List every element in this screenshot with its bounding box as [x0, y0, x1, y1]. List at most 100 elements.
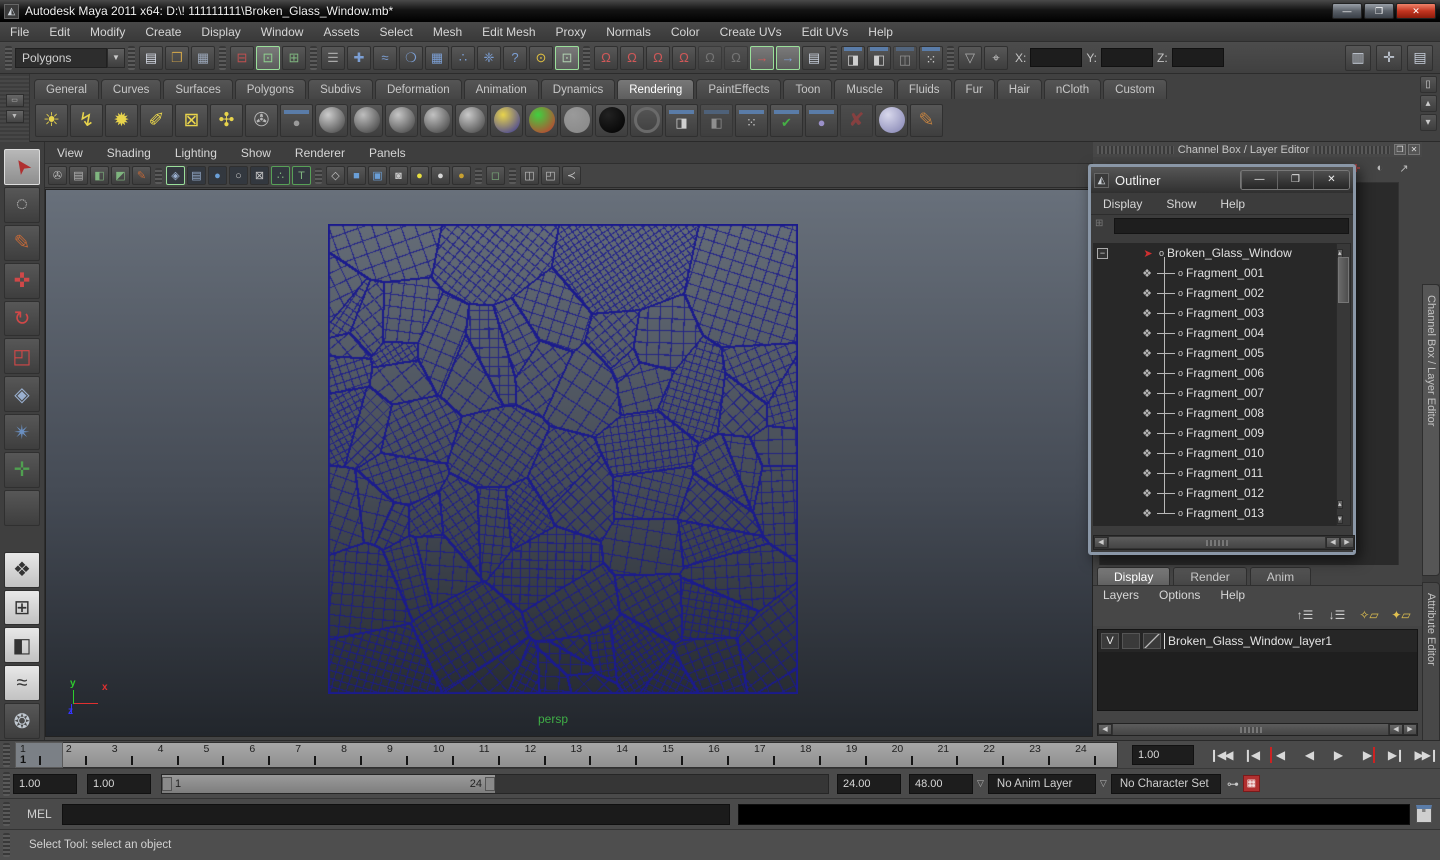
outliner-search-input[interactable] — [1114, 218, 1349, 234]
maya-logo-button[interactable]: ❂ — [4, 703, 40, 740]
timeline-frame-21[interactable]: 21 — [933, 743, 979, 767]
step-back-key-button[interactable]: ◀ — [1266, 745, 1292, 765]
timeline-frame-18[interactable]: 18 — [796, 743, 842, 767]
panel-menu-panels[interactable]: Panels — [357, 143, 418, 163]
timeline-frame-9[interactable]: 9 — [383, 743, 429, 767]
outliner-item[interactable]: ❖ o Fragment_007 — [1093, 383, 1339, 403]
select-tool[interactable]: ➤ — [4, 149, 40, 185]
layer-visibility-toggle[interactable]: V — [1101, 633, 1119, 649]
range-start-grip[interactable] — [162, 776, 172, 791]
outliner-maximize-button[interactable]: ❐ — [1277, 171, 1313, 189]
shelf-tab-subdivs[interactable]: Subdivs — [308, 79, 373, 99]
menu-assets[interactable]: Assets — [313, 22, 369, 42]
outliner-item[interactable]: ❖ o Fragment_013 — [1093, 503, 1339, 523]
menu-help[interactable]: Help — [858, 22, 903, 42]
universal-manipulator-tool[interactable]: ◈ — [4, 376, 40, 413]
point-light-icon[interactable]: ☀ — [35, 103, 68, 137]
textured-cube-icon[interactable]: ▣ — [368, 166, 387, 185]
animation-end-field[interactable] — [909, 773, 973, 794]
step-forward-key-button[interactable]: ▶ — [1353, 745, 1379, 765]
timeline-frame-3[interactable]: 3 — [108, 743, 154, 767]
menu-file[interactable]: File — [0, 22, 39, 42]
paint-selection-tool[interactable]: ✎ — [4, 224, 40, 261]
shelf-tab-deformation[interactable]: Deformation — [374, 79, 462, 99]
side-tab-attribute-editor[interactable]: Attribute Editor — [1422, 582, 1440, 752]
ipr-render-shelf-icon[interactable]: ◧ — [700, 103, 733, 137]
layer-move-up-icon[interactable]: ↑☰ — [1293, 606, 1317, 624]
panel-menu-view[interactable]: View — [45, 143, 95, 163]
menu-color[interactable]: Color — [661, 22, 710, 42]
statusline-grip[interactable] — [5, 45, 12, 70]
flat-shader-icon[interactable] — [560, 103, 593, 137]
anim-layer-selector[interactable]: No Anim Layer — [987, 773, 1096, 794]
snap-view-plane-icon[interactable]: Ω — [698, 45, 722, 70]
shelf-tab-surfaces[interactable]: Surfaces — [163, 79, 233, 99]
layer-tab-display[interactable]: Display — [1097, 567, 1171, 585]
show-manipulator-tool[interactable]: ✛ — [4, 452, 40, 488]
separator-grip[interactable] — [315, 167, 322, 184]
input-connections-icon[interactable]: → — [750, 45, 774, 70]
menu-set-selector[interactable]: Polygons ▼ — [15, 47, 125, 68]
separator-grip[interactable] — [219, 45, 226, 70]
shaded-cube-icon[interactable]: ■ — [347, 166, 366, 185]
outliner-item[interactable]: ❖ o Fragment_009 — [1093, 423, 1339, 443]
layer-name[interactable]: Broken_Glass_Window_layer1 — [1164, 633, 1332, 649]
render-view-shelf-icon[interactable]: ◨ — [665, 103, 698, 137]
timeline-frame-8[interactable]: 8 — [337, 743, 383, 767]
mask-dropdown-icon[interactable]: ☰ — [321, 45, 345, 70]
mel-input[interactable] — [61, 803, 730, 825]
default-material-icon[interactable]: ◇ — [326, 166, 345, 185]
rotate-tool[interactable]: ↻ — [4, 300, 40, 337]
black-shader-icon[interactable] — [595, 103, 628, 137]
range-slider-thumb[interactable]: 1 24 — [162, 774, 495, 793]
ocean-shader-icon[interactable] — [490, 103, 523, 137]
outliner-root-item[interactable]: − ➤ o Broken_Glass_Window — [1093, 243, 1339, 263]
scroll-down-icon[interactable]: ▾ — [1337, 515, 1343, 524]
scroll-left-icon[interactable]: ◀ — [1094, 537, 1108, 548]
scroll-track[interactable] — [1113, 724, 1388, 735]
select-hierarchy-icon[interactable]: ⊟ — [230, 45, 254, 70]
outliner-item[interactable]: ❖ o Fragment_011 — [1093, 463, 1339, 483]
frame-all-icon[interactable]: ◰ — [541, 166, 560, 185]
y-field[interactable] — [1101, 48, 1154, 67]
outliner-item[interactable]: ❖ o Fragment_001 — [1093, 263, 1339, 283]
snap-point-icon[interactable]: Ω — [646, 45, 670, 70]
timeline-frame-23[interactable]: 23 — [1025, 743, 1071, 767]
outliner-minimize-button[interactable]: — — [1241, 171, 1277, 189]
mask-misc-icon[interactable]: ? — [503, 45, 527, 70]
ipr-render-icon[interactable]: ◫ — [893, 45, 917, 70]
paint-effects-icon[interactable]: ✎ — [910, 103, 943, 137]
animation-start-field[interactable] — [13, 773, 77, 794]
layer-row[interactable]: V Broken_Glass_Window_layer1 — [1098, 630, 1417, 652]
shelf-tab-dynamics[interactable]: Dynamics — [540, 79, 616, 99]
channel-box-header[interactable]: Channel Box / Layer Editor ❐ ✕ — [1093, 142, 1422, 157]
x-field[interactable] — [1030, 48, 1083, 67]
render-view-icon[interactable]: ◨ — [841, 45, 865, 70]
outliner-vscrollbar[interactable]: ▴ ▴ ▾ — [1336, 243, 1351, 526]
outliner-hscrollbar[interactable]: ◀ ◀ ▶ — [1093, 535, 1355, 550]
lasso-tool[interactable]: ◌ — [4, 186, 40, 223]
help-grip[interactable] — [3, 833, 10, 857]
outliner-menu-display[interactable]: Display — [1091, 194, 1154, 214]
scroll-left-icon[interactable]: ◀ — [1326, 537, 1340, 548]
shading-group-icon[interactable] — [875, 103, 908, 137]
timeline-frame-6[interactable]: 6 — [245, 743, 291, 767]
scroll-left-icon[interactable]: ◀ — [1389, 724, 1403, 735]
select-camera-icon[interactable]: ✇ — [48, 166, 67, 185]
panel-menu-show[interactable]: Show — [229, 143, 283, 163]
snap-curve-icon[interactable]: Ω — [620, 45, 644, 70]
set-key-icon[interactable]: ⊶ — [1227, 777, 1239, 791]
bookmarks-icon[interactable]: ◧ — [90, 166, 109, 185]
scroll-thumb[interactable] — [1338, 257, 1349, 303]
timeline-frame-15[interactable]: 15 — [658, 743, 704, 767]
select-component-icon[interactable]: ⊞ — [282, 45, 306, 70]
timeline-frame-17[interactable]: 17 — [750, 743, 796, 767]
checker-icon[interactable]: ◙ — [389, 166, 408, 185]
ring-shader-icon[interactable] — [630, 103, 663, 137]
timeline-frame-10[interactable]: 10 — [429, 743, 475, 767]
timeline-frame-22[interactable]: 22 — [979, 743, 1025, 767]
mask-dynamics-icon[interactable]: ∴ — [451, 45, 475, 70]
broken-glass-mesh[interactable] — [328, 224, 798, 694]
shelf-tab-polygons[interactable]: Polygons — [234, 79, 307, 99]
scroll-right-icon[interactable]: ▶ — [1340, 537, 1354, 548]
